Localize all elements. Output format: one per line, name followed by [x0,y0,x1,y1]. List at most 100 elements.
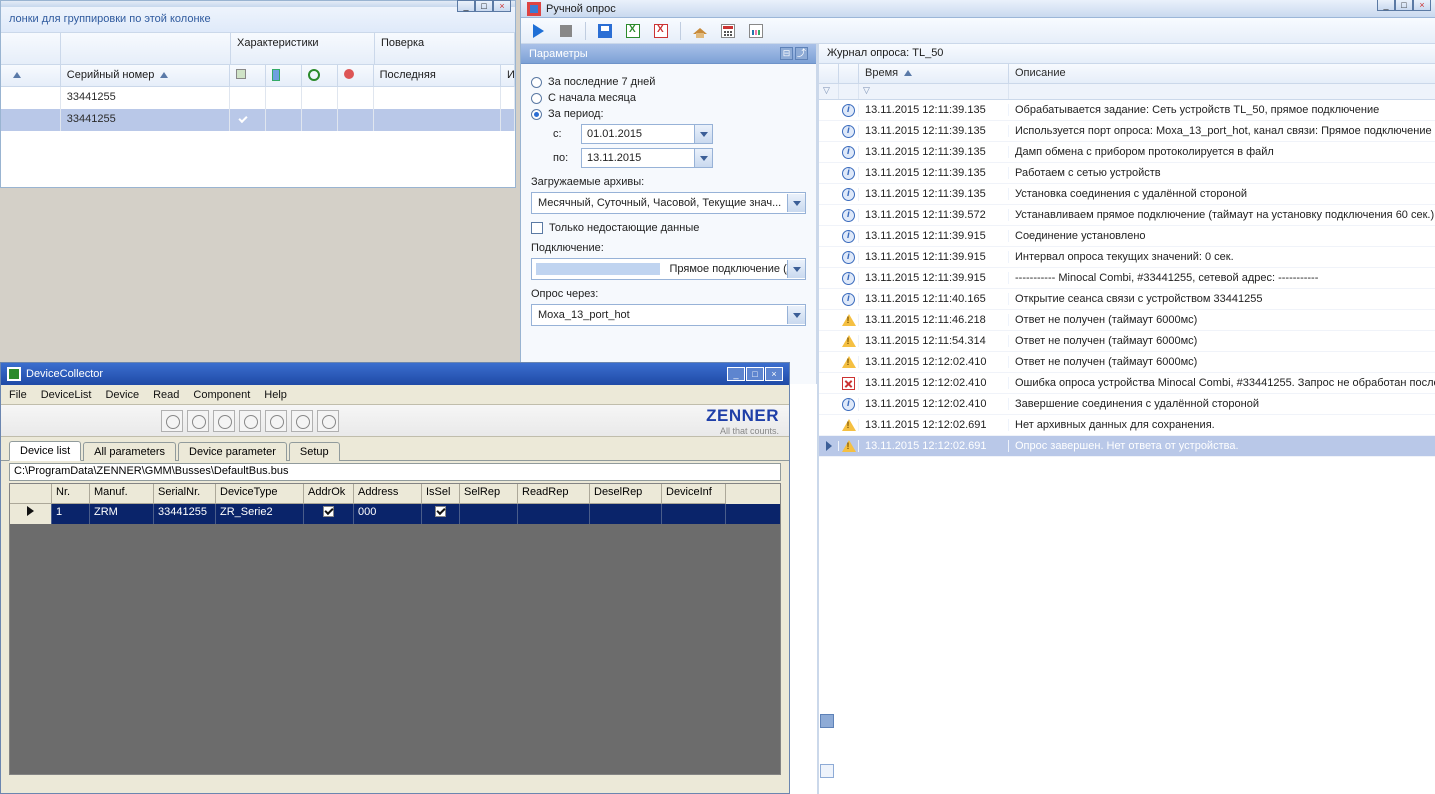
toolbar-icon[interactable] [213,410,235,432]
log-row[interactable]: 13.11.2015 12:11:39.135Обрабатывается за… [819,100,1435,121]
filter-cell[interactable] [1009,84,1435,99]
log-row[interactable]: 13.11.2015 12:12:02.691Опрос завершен. Н… [819,436,1435,457]
check-group-header[interactable]: Поверка [375,33,515,64]
via-select[interactable]: Moxa_13_port_hot [531,304,806,326]
chart-button[interactable] [747,22,765,40]
time-header[interactable]: Время [859,64,1009,83]
last-header[interactable]: Последняя [374,65,501,86]
archives-select[interactable]: Месячный, Суточный, Часовой, Текущие зна… [531,192,806,214]
maximize-button[interactable]: □ [1395,0,1413,11]
menu-help[interactable]: Help [264,389,287,401]
tab-all-parameters[interactable]: All parameters [83,442,176,461]
log-row[interactable]: 13.11.2015 12:11:39.135Дамп обмена с при… [819,142,1435,163]
menu-devicelist[interactable]: DeviceList [41,389,92,401]
period-month-radio[interactable]: С начала месяца [531,92,806,104]
log-row[interactable]: 13.11.2015 12:11:39.135Работаем с сетью … [819,163,1435,184]
serial-header[interactable]: Серийный номер [61,65,230,86]
char-col-3[interactable] [302,65,338,86]
log-row[interactable]: 13.11.2015 12:11:39.915Соединение устано… [819,226,1435,247]
dropdown-icon[interactable] [787,194,805,212]
date-from-input[interactable]: 01.01.2015 [581,124,713,144]
period-last7-radio[interactable]: За последние 7 дней [531,76,806,88]
char-col-4[interactable] [338,65,374,86]
strip-button-1[interactable] [820,714,834,728]
calendar-button[interactable] [719,22,737,40]
maximize-button[interactable]: □ [746,367,764,381]
i-header[interactable]: И [501,65,515,86]
menu-device[interactable]: Device [105,389,139,401]
log-row[interactable]: 13.11.2015 12:12:02.410Ответ не получен … [819,352,1435,373]
col-devicetype[interactable]: DeviceType [216,484,304,504]
issel-checkbox[interactable] [435,506,446,517]
dropdown-icon[interactable] [787,306,805,324]
menu-file[interactable]: File [9,389,27,401]
autohide-button[interactable]: ⊟ [780,47,793,60]
log-row[interactable]: 13.11.2015 12:11:39.135Установка соедине… [819,184,1435,205]
tab-setup[interactable]: Setup [289,442,340,461]
device-row[interactable]: 33441255 [1,87,515,109]
maximize-button[interactable]: □ [475,0,493,12]
col-readrep[interactable]: ReadRep [518,484,590,504]
log-row[interactable]: 13.11.2015 12:11:39.915----------- Minoc… [819,268,1435,289]
toolbar-icon[interactable] [317,410,339,432]
device-grid-row[interactable]: 1 ZRM 33441255 ZR_Serie2 000 [10,504,780,524]
date-to-input[interactable]: 13.11.2015 [581,148,713,168]
characteristics-group-header[interactable]: Характеристики [231,33,375,64]
connection-select[interactable]: Прямое подключение (для сети устр-в) [531,258,806,280]
toolbar-icon[interactable] [291,410,313,432]
close-button[interactable]: × [1413,0,1431,11]
device-row[interactable]: 33441255 [1,109,515,131]
log-row[interactable]: 13.11.2015 12:11:39.572Устанавливаем пря… [819,205,1435,226]
strip-button-2[interactable] [820,764,834,778]
col-serial[interactable]: SerialNr. [154,484,216,504]
close-button[interactable]: × [765,367,783,381]
pin-button[interactable]: ⤴ [795,47,808,60]
dropdown-icon[interactable] [787,260,805,278]
minimize-button[interactable]: _ [727,367,745,381]
minimize-button[interactable]: _ [1377,0,1395,11]
tab-device-list[interactable]: Device list [9,441,81,461]
col-address[interactable]: Address [354,484,422,504]
toolbar-icon[interactable] [161,410,183,432]
period-custom-radio[interactable]: За период: [531,108,806,120]
missing-only-checkbox[interactable]: Только недостающие данные [531,222,806,234]
col-issel[interactable]: IsSel [422,484,460,504]
log-row[interactable]: 13.11.2015 12:11:40.165Открытие сеанса с… [819,289,1435,310]
col-addrok[interactable]: AddrOk [304,484,354,504]
log-row[interactable]: 13.11.2015 12:11:39.915Интервал опроса т… [819,247,1435,268]
desc-header[interactable]: Описание [1009,64,1435,83]
sort-col[interactable] [1,65,61,86]
minimize-button[interactable]: _ [457,0,475,12]
play-button[interactable] [529,22,547,40]
home-button[interactable] [691,22,709,40]
log-row[interactable]: 13.11.2015 12:12:02.410Завершение соедин… [819,394,1435,415]
dropdown-icon[interactable] [694,149,712,167]
col-deviceinf[interactable]: DeviceInf [662,484,726,504]
close-button[interactable]: × [493,0,511,12]
dropdown-icon[interactable] [694,125,712,143]
filter-cell[interactable]: ▽ [819,84,839,99]
save-button[interactable] [596,22,614,40]
menu-read[interactable]: Read [153,389,179,401]
log-row[interactable]: 13.11.2015 12:11:54.314Ответ не получен … [819,331,1435,352]
tab-device-parameter[interactable]: Device parameter [178,442,287,461]
toolbar-icon[interactable] [239,410,261,432]
filter-cell[interactable]: ▽ [859,84,1009,99]
log-row[interactable]: 13.11.2015 12:11:46.218Ответ не получен … [819,310,1435,331]
toolbar-icon[interactable] [265,410,287,432]
char-col-2[interactable] [266,65,302,86]
col-nr[interactable]: Nr. [52,484,90,504]
col-manuf[interactable]: Manuf. [90,484,154,504]
col-selrep[interactable]: SelRep [460,484,518,504]
export-excel-button[interactable] [624,22,642,40]
char-col-1[interactable] [230,65,266,86]
col-deselrep[interactable]: DeselRep [590,484,662,504]
log-row[interactable]: 13.11.2015 12:12:02.691Нет архивных данн… [819,415,1435,436]
log-row[interactable]: 13.11.2015 12:11:39.135Используется порт… [819,121,1435,142]
delete-export-button[interactable] [652,22,670,40]
log-row[interactable]: 13.11.2015 12:12:02.410Ошибка опроса уст… [819,373,1435,394]
stop-button[interactable] [557,22,575,40]
addrok-checkbox[interactable] [323,506,334,517]
toolbar-icon[interactable] [187,410,209,432]
menu-component[interactable]: Component [193,389,250,401]
